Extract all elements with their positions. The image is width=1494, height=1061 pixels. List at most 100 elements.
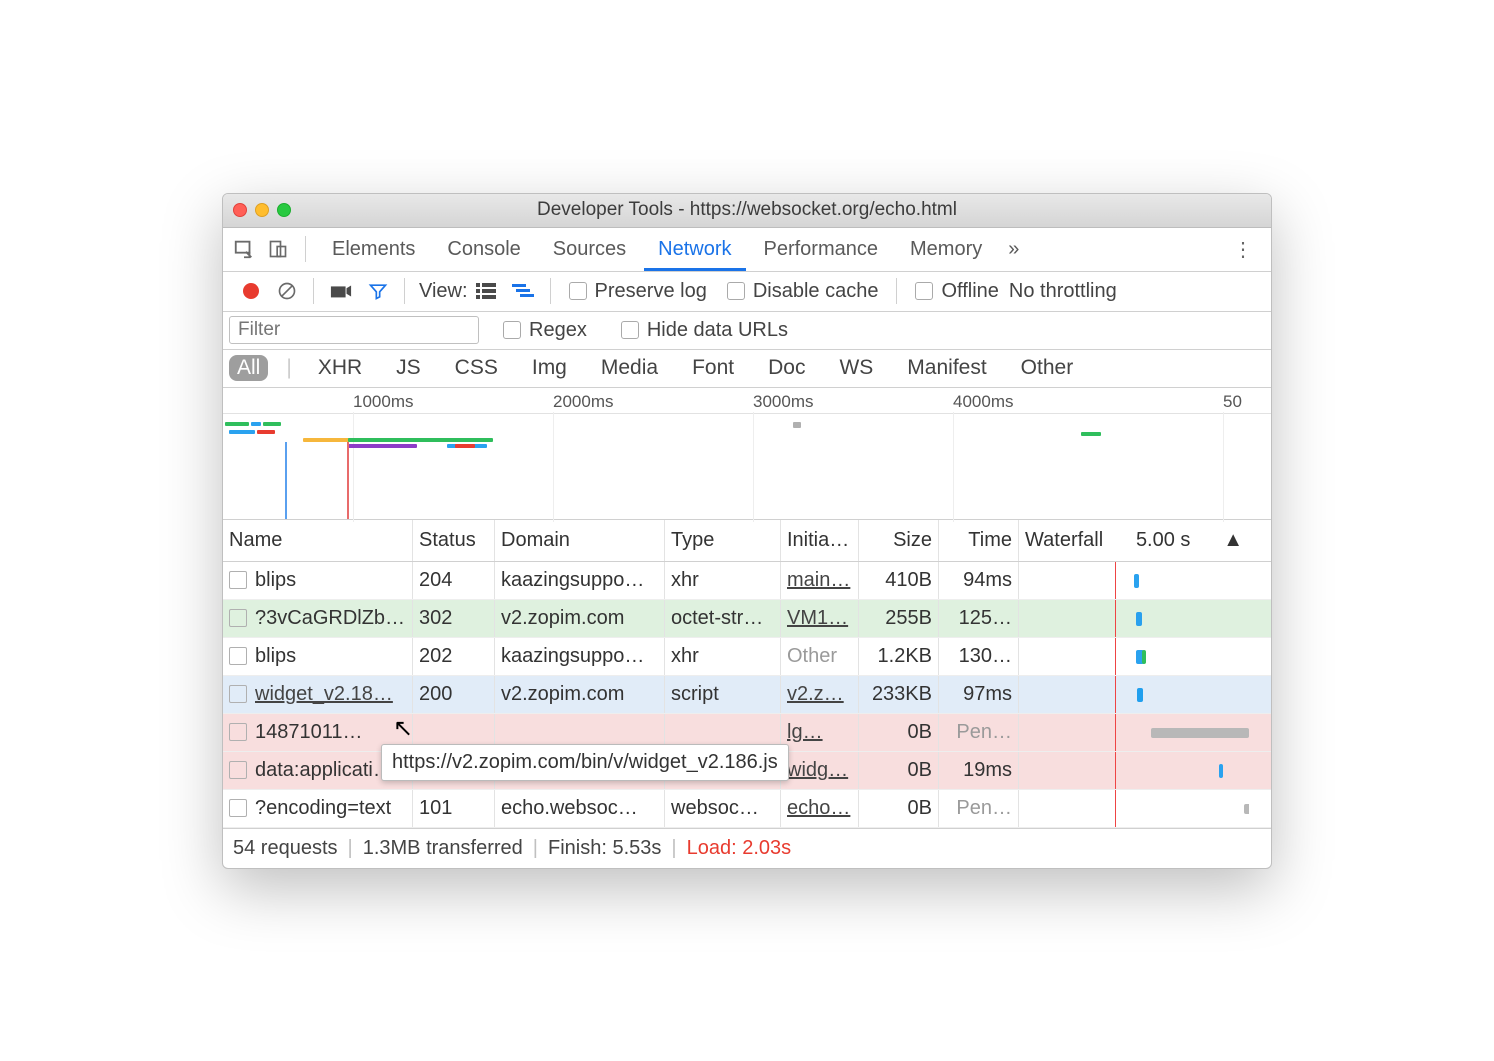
request-domain: kaazingsuppo… <box>495 638 665 675</box>
request-time: Pen… <box>939 714 1019 751</box>
offline-checkbox[interactable]: Offline <box>915 280 998 303</box>
clear-button[interactable] <box>277 281 297 301</box>
ov-tick: 1000ms <box>353 392 413 412</box>
request-time: 94ms <box>939 562 1019 599</box>
close-window-button[interactable] <box>233 203 247 217</box>
col-status[interactable]: Status <box>413 520 495 561</box>
tabs-row: Elements Console Sources Network Perform… <box>223 228 1271 272</box>
file-icon <box>229 799 247 817</box>
type-all[interactable]: All <box>229 355 268 381</box>
filter-input[interactable] <box>229 316 479 344</box>
tab-memory[interactable]: Memory <box>896 227 996 271</box>
request-size: 233KB <box>859 676 939 713</box>
request-waterfall <box>1019 600 1249 637</box>
throttling-select[interactable]: No throttling <box>1009 280 1117 303</box>
separator <box>404 278 405 304</box>
request-status: 204 <box>413 562 495 599</box>
kebab-menu-icon[interactable]: ⋮ <box>1221 237 1265 262</box>
request-size: 410B <box>859 562 939 599</box>
tab-performance[interactable]: Performance <box>750 227 893 271</box>
view-list-icon[interactable] <box>476 283 496 299</box>
request-waterfall <box>1019 752 1249 789</box>
col-type[interactable]: Type <box>665 520 781 561</box>
type-doc[interactable]: Doc <box>760 355 813 381</box>
type-manifest[interactable]: Manifest <box>899 355 994 381</box>
waterfall-scale: 5.00 s <box>1136 529 1190 552</box>
col-name[interactable]: Name <box>223 520 413 561</box>
request-initiator[interactable]: main… <box>781 562 859 599</box>
hide-data-urls-checkbox[interactable]: Hide data URLs <box>621 319 788 342</box>
request-name: ?3vCaGRDlZb… <box>255 607 405 630</box>
preserve-log-label: Preserve log <box>595 280 707 303</box>
col-size[interactable]: Size <box>859 520 939 561</box>
ov-tick: 3000ms <box>753 392 813 412</box>
col-time[interactable]: Time <box>939 520 1019 561</box>
status-transferred: 1.3MB transferred <box>363 837 523 860</box>
request-initiator[interactable]: Other <box>781 638 859 675</box>
type-css[interactable]: CSS <box>447 355 506 381</box>
table-row[interactable]: widget_v2.18… 200 v2.zopim.com script v2… <box>223 676 1271 714</box>
view-waterfall-icon[interactable] <box>512 284 534 298</box>
ov-tick: 2000ms <box>553 392 613 412</box>
col-domain[interactable]: Domain <box>495 520 665 561</box>
file-icon <box>229 761 247 779</box>
col-initiator[interactable]: Initia… <box>781 520 859 561</box>
table-row[interactable]: ?encoding=text 101 echo.websoc… websoc… … <box>223 790 1271 828</box>
maximize-window-button[interactable] <box>277 203 291 217</box>
inspect-element-icon[interactable] <box>229 234 259 264</box>
traffic-lights <box>233 203 291 217</box>
request-waterfall <box>1019 676 1249 713</box>
request-initiator[interactable]: VM1… <box>781 600 859 637</box>
device-toolbar-icon[interactable] <box>263 234 293 264</box>
type-font[interactable]: Font <box>684 355 742 381</box>
filter-icon[interactable] <box>368 281 388 301</box>
table-row[interactable]: blips 202 kaazingsuppo… xhr Other 1.2KB … <box>223 638 1271 676</box>
request-status: 101 <box>413 790 495 827</box>
offline-label: Offline <box>941 280 998 303</box>
request-initiator[interactable]: echo… <box>781 790 859 827</box>
col-waterfall[interactable]: Waterfall 5.00 s ▲ <box>1019 520 1249 561</box>
table-row[interactable]: blips 204 kaazingsuppo… xhr main… 410B 9… <box>223 562 1271 600</box>
request-initiator[interactable]: lg… <box>781 714 859 751</box>
request-table: Name Status Domain Type Initia… Size Tim… <box>223 520 1271 828</box>
separator <box>313 278 314 304</box>
capture-screenshots-icon[interactable] <box>330 283 352 299</box>
cursor-icon: ↖ <box>393 714 413 743</box>
filter-row: Regex Hide data URLs <box>223 312 1271 350</box>
request-waterfall <box>1019 562 1249 599</box>
minimize-window-button[interactable] <box>255 203 269 217</box>
file-icon <box>229 609 247 627</box>
disable-cache-checkbox[interactable]: Disable cache <box>727 280 879 303</box>
type-js[interactable]: JS <box>388 355 429 381</box>
tabs-overflow[interactable]: » <box>1000 238 1027 261</box>
status-requests: 54 requests <box>233 837 338 860</box>
type-img[interactable]: Img <box>524 355 575 381</box>
request-initiator[interactable]: widg… <box>781 752 859 789</box>
waterfall-label: Waterfall <box>1025 529 1103 552</box>
request-domain: kaazingsuppo… <box>495 562 665 599</box>
request-initiator[interactable]: v2.z… <box>781 676 859 713</box>
request-type: websoc… <box>665 790 781 827</box>
table-row[interactable]: ?3vCaGRDlZb… 302 v2.zopim.com octet-str…… <box>223 600 1271 638</box>
status-finish: Finish: 5.53s <box>548 837 661 860</box>
tab-network[interactable]: Network <box>644 227 745 271</box>
preserve-log-checkbox[interactable]: Preserve log <box>569 280 707 303</box>
regex-checkbox[interactable]: Regex <box>503 319 587 342</box>
request-time: 97ms <box>939 676 1019 713</box>
request-type: octet-str… <box>665 600 781 637</box>
tab-console[interactable]: Console <box>433 227 534 271</box>
type-xhr[interactable]: XHR <box>310 355 370 381</box>
type-media[interactable]: Media <box>593 355 666 381</box>
tab-elements[interactable]: Elements <box>318 227 429 271</box>
record-button[interactable] <box>243 283 259 299</box>
separator <box>550 278 551 304</box>
toolbar: View: Preserve log Disable cache Offline… <box>223 272 1271 312</box>
request-waterfall <box>1019 790 1249 827</box>
timeline-overview[interactable]: 1000ms 2000ms 3000ms 4000ms 50 <box>223 388 1271 520</box>
type-other[interactable]: Other <box>1013 355 1082 381</box>
tab-sources[interactable]: Sources <box>539 227 640 271</box>
type-ws[interactable]: WS <box>831 355 881 381</box>
request-status: 200 <box>413 676 495 713</box>
file-icon <box>229 685 247 703</box>
status-load: Load: 2.03s <box>687 837 792 860</box>
